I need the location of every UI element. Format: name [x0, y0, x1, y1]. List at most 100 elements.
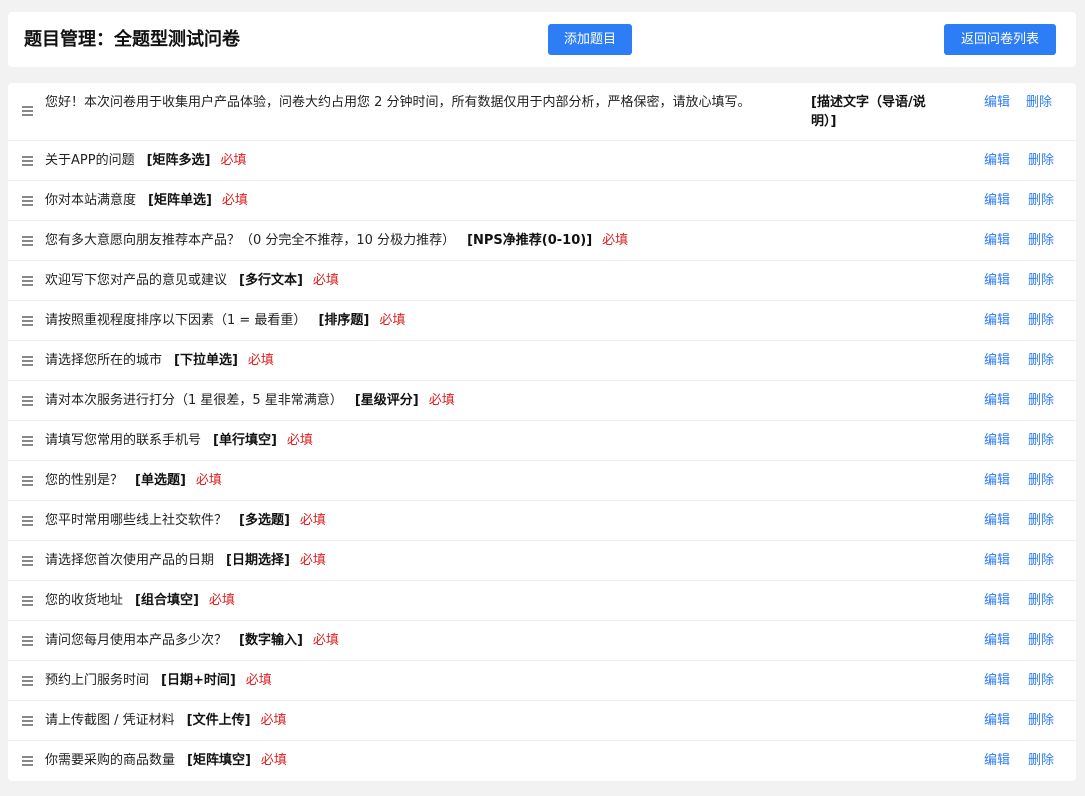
- question-row: 请选择您所在的城市 [下拉单选] 必填 编辑 删除: [8, 341, 1076, 381]
- drag-handle-icon[interactable]: [22, 753, 33, 769]
- edit-link[interactable]: 编辑: [984, 152, 1010, 170]
- edit-link[interactable]: 编辑: [984, 632, 1010, 650]
- drag-handle-icon[interactable]: [22, 593, 33, 609]
- drag-handle-icon[interactable]: [22, 473, 33, 489]
- question-row: 请填写您常用的联系手机号 [单行填空] 必填 编辑 删除: [8, 421, 1076, 461]
- page-title: 题目管理：全题型测试问卷: [24, 29, 240, 50]
- question-row: 你对本站满意度 [矩阵单选] 必填 编辑 删除: [8, 181, 1076, 221]
- question-line: 请按照重视程度排序以下因素（1 = 最看重） [排序题] 必填: [45, 312, 405, 330]
- question-line: 请对本次服务进行打分（1 星很差，5 星非常满意） [星级评分] 必填: [45, 392, 455, 410]
- drag-handle-icon[interactable]: [22, 273, 33, 289]
- delete-link[interactable]: 删除: [1028, 672, 1054, 690]
- question-row: 请上传截图 / 凭证材料 [文件上传] 必填 编辑 删除: [8, 701, 1076, 741]
- delete-link[interactable]: 删除: [1028, 472, 1054, 490]
- edit-link[interactable]: 编辑: [984, 95, 1010, 110]
- question-line: 您平时常用哪些线上社交软件？ [多选题] 必填: [45, 512, 326, 530]
- delete-link[interactable]: 删除: [1028, 392, 1054, 410]
- drag-handle-icon[interactable]: [22, 553, 33, 569]
- required-badge: 必填: [220, 153, 247, 168]
- edit-link[interactable]: 编辑: [984, 512, 1010, 530]
- delete-link[interactable]: 删除: [1028, 312, 1054, 330]
- delete-link[interactable]: 删除: [1026, 95, 1052, 110]
- question-row: 欢迎写下您对产品的意见或建议 [多行文本] 必填 编辑 删除: [8, 261, 1076, 301]
- question-row: 您有多大意愿向朋友推荐本产品？（0 分完全不推荐，10 分极力推荐） [NPS净推…: [8, 221, 1076, 261]
- question-line: 请填写您常用的联系手机号 [单行填空] 必填: [45, 432, 313, 450]
- delete-link[interactable]: 删除: [1028, 352, 1054, 370]
- delete-link[interactable]: 删除: [1028, 232, 1054, 250]
- delete-link[interactable]: 删除: [1028, 512, 1054, 530]
- question-row: 您平时常用哪些线上社交软件？ [多选题] 必填 编辑 删除: [8, 501, 1076, 541]
- required-badge: 必填: [286, 433, 313, 448]
- question-line: 请选择您首次使用产品的日期 [日期选择] 必填: [45, 552, 326, 570]
- drag-handle-icon[interactable]: [22, 193, 33, 209]
- edit-link[interactable]: 编辑: [984, 592, 1010, 610]
- edit-link[interactable]: 编辑: [984, 552, 1010, 570]
- required-badge: 必填: [247, 353, 274, 368]
- question-text: 请填写您常用的联系手机号: [45, 433, 202, 448]
- delete-link[interactable]: 删除: [1028, 432, 1054, 450]
- question-text: 请选择您所在的城市: [45, 353, 163, 368]
- required-badge: 必填: [260, 713, 287, 728]
- question-row: 请选择您首次使用产品的日期 [日期选择] 必填 编辑 删除: [8, 541, 1076, 581]
- drag-handle-icon[interactable]: [22, 633, 33, 649]
- back-to-survey-list-button[interactable]: 返回问卷列表: [944, 24, 1056, 55]
- required-badge: 必填: [299, 513, 326, 528]
- question-type: [数字输入]: [239, 633, 303, 648]
- delete-link[interactable]: 删除: [1028, 552, 1054, 570]
- question-type: [下拉单选]: [174, 353, 238, 368]
- question-text: 您的收货地址: [45, 593, 124, 608]
- delete-link[interactable]: 删除: [1028, 632, 1054, 650]
- edit-link[interactable]: 编辑: [984, 352, 1010, 370]
- question-row: 关于APP的问题 [矩阵多选] 必填 编辑 删除: [8, 141, 1076, 181]
- delete-link[interactable]: 删除: [1028, 592, 1054, 610]
- edit-link[interactable]: 编辑: [984, 392, 1010, 410]
- required-badge: 必填: [195, 473, 222, 488]
- question-row: 您的性别是？ [单选题] 必填 编辑 删除: [8, 461, 1076, 501]
- question-type: [日期+时间]: [161, 673, 236, 688]
- question-line: 请选择您所在的城市 [下拉单选] 必填: [45, 352, 274, 370]
- required-badge: 必填: [312, 633, 339, 648]
- question-line: 请问您每月使用本产品多少次？ [数字输入] 必填: [45, 632, 339, 650]
- delete-link[interactable]: 删除: [1028, 152, 1054, 170]
- delete-link[interactable]: 删除: [1028, 272, 1054, 290]
- edit-link[interactable]: 编辑: [984, 752, 1010, 770]
- drag-handle-icon[interactable]: [22, 103, 33, 119]
- question-row: 预约上门服务时间 [日期+时间] 必填 编辑 删除: [8, 661, 1076, 701]
- edit-link[interactable]: 编辑: [984, 192, 1010, 210]
- drag-handle-icon[interactable]: [22, 353, 33, 369]
- question-row: 您好！本次问卷用于收集用户产品体验，问卷大约占用您 2 分钟时间，所有数据仅用于…: [8, 83, 1076, 141]
- edit-link[interactable]: 编辑: [984, 672, 1010, 690]
- edit-link[interactable]: 编辑: [984, 432, 1010, 450]
- question-text: 预约上门服务时间: [45, 673, 150, 688]
- edit-link[interactable]: 编辑: [984, 472, 1010, 490]
- question-type: [矩阵多选]: [146, 153, 211, 168]
- question-line: 你需要采购的商品数量 [矩阵填空] 必填: [45, 752, 287, 770]
- drag-handle-icon[interactable]: [22, 673, 33, 689]
- question-text: 欢迎写下您对产品的意见或建议: [45, 273, 228, 288]
- add-question-button[interactable]: 添加题目: [548, 24, 632, 55]
- edit-link[interactable]: 编辑: [984, 712, 1010, 730]
- question-type: [组合填空]: [135, 593, 199, 608]
- question-text: 请上传截图 / 凭证材料: [45, 713, 175, 728]
- drag-handle-icon[interactable]: [22, 313, 33, 329]
- delete-link[interactable]: 删除: [1028, 712, 1054, 730]
- question-row: 你需要采购的商品数量 [矩阵填空] 必填 编辑 删除: [8, 741, 1076, 781]
- question-type: [多行文本]: [239, 273, 303, 288]
- required-badge: 必填: [208, 593, 235, 608]
- drag-handle-icon[interactable]: [22, 433, 33, 449]
- question-line: 您的性别是？ [单选题] 必填: [45, 472, 222, 490]
- edit-link[interactable]: 编辑: [984, 312, 1010, 330]
- question-type: [文件上传]: [186, 713, 251, 728]
- drag-handle-icon[interactable]: [22, 233, 33, 249]
- edit-link[interactable]: 编辑: [984, 272, 1010, 290]
- drag-handle-icon[interactable]: [22, 153, 33, 169]
- drag-handle-icon[interactable]: [22, 513, 33, 529]
- drag-handle-icon[interactable]: [22, 393, 33, 409]
- edit-link[interactable]: 编辑: [984, 232, 1010, 250]
- required-badge: 必填: [602, 233, 629, 248]
- drag-handle-icon[interactable]: [22, 713, 33, 729]
- delete-link[interactable]: 删除: [1028, 192, 1054, 210]
- question-line: 欢迎写下您对产品的意见或建议 [多行文本] 必填: [45, 272, 339, 290]
- delete-link[interactable]: 删除: [1028, 752, 1054, 770]
- question-text: 请按照重视程度排序以下因素（1 = 最看重）: [45, 313, 307, 328]
